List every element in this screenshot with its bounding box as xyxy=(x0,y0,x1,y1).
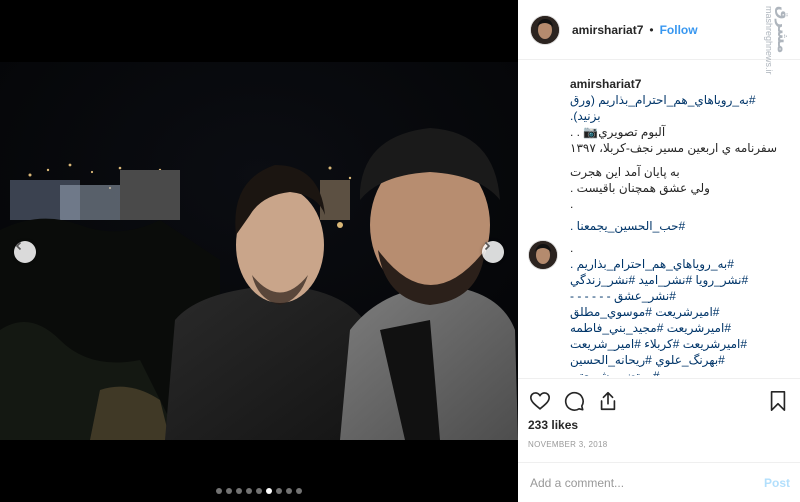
share-icon xyxy=(600,391,616,410)
caption-line[interactable]: #به_روياهاي_هم_احترام_بذاريم (ورق بزنيد)… xyxy=(570,92,786,124)
profile-photo xyxy=(529,241,557,269)
header-username[interactable]: amirshariat7 xyxy=(572,23,643,37)
post-header: amirshariat7 • Follow مشرق mashreghnews.… xyxy=(518,0,800,75)
carousel-dot[interactable] xyxy=(286,488,292,494)
caption-line: . xyxy=(570,197,574,211)
comment-hashtag[interactable]: #نشر_رويا #نشر_اميد #نشر_زندگي xyxy=(570,272,786,288)
follow-button[interactable]: Follow xyxy=(660,23,698,37)
carousel-next-button[interactable] xyxy=(482,241,504,263)
caption-line: آلبوم تصويري📷 . . xyxy=(570,125,666,139)
post-details-panel: amirshariat7 • Follow مشرق mashreghnews.… xyxy=(518,0,800,502)
comments-list: amirshariat7 #به_روياهاي_هم_احترام_بذاري… xyxy=(518,76,800,376)
avatar[interactable] xyxy=(528,240,558,270)
header-separator: • xyxy=(649,22,654,37)
caption-hashtag[interactable]: #حب_الحسين_يجمعنا . xyxy=(570,218,786,234)
comment-hashtag[interactable]: #اميرشريعت #كربلاء #امير_شريعت xyxy=(570,336,786,352)
watermark-text: mashreghnews.ir xyxy=(764,6,774,75)
post-date[interactable]: NOVEMBER 3, 2018 xyxy=(528,440,608,449)
post-photo[interactable] xyxy=(0,0,518,502)
share-button[interactable] xyxy=(596,389,620,413)
caption-line: به پايان آمد اين هجرت xyxy=(570,165,680,179)
comment-hashtag[interactable]: #اميرشريعت #موسوي_مطلق xyxy=(570,304,786,320)
caption-line: ولي عشق همچنان باقيست . xyxy=(570,181,710,195)
comment-hashtag[interactable]: #نشر_عشق - - - - - - xyxy=(570,288,786,304)
comment-hashtag[interactable]: #اميرشريعت #مجيد_بني_فاطمه xyxy=(570,320,786,336)
watermark-logo: مشرق xyxy=(774,6,792,54)
chevron-right-icon xyxy=(484,241,491,251)
selfie-image xyxy=(0,62,518,502)
add-comment-bar: Post xyxy=(518,462,800,502)
comment-hashtag[interactable]: #مرتضي_شريعتي xyxy=(570,368,786,376)
avatar[interactable] xyxy=(530,14,560,45)
comment-hashtag[interactable]: #بهرنگ_علوي #ريحانه_الحسين xyxy=(570,352,786,368)
heart-icon xyxy=(530,391,550,410)
carousel-dot[interactable] xyxy=(296,488,302,494)
carousel-dot[interactable] xyxy=(276,488,282,494)
comment-input[interactable] xyxy=(528,474,764,491)
save-button[interactable] xyxy=(766,389,790,413)
comment-button[interactable] xyxy=(562,389,586,413)
carousel-dot[interactable] xyxy=(246,488,252,494)
carousel-dot[interactable] xyxy=(256,488,262,494)
chevron-left-icon xyxy=(15,241,22,251)
post-actions xyxy=(518,378,800,422)
caption: amirshariat7 #به_روياهاي_هم_احترام_بذاري… xyxy=(518,76,800,234)
bookmark-icon xyxy=(770,390,786,411)
carousel-prev-button[interactable] xyxy=(14,241,36,263)
carousel-dot[interactable] xyxy=(216,488,222,494)
caption-line: سفرنامه ي اربعين مسير نجف-كربلا، ۱۳۹۷ xyxy=(570,141,778,155)
comment-hashtag[interactable]: #به_روياهاي_هم_احترام_بذاريم . xyxy=(570,256,786,272)
carousel-indicator xyxy=(0,488,518,494)
carousel-dot[interactable] xyxy=(226,488,232,494)
comment: . #به_روياهاي_هم_احترام_بذاريم . #نشر_رو… xyxy=(518,240,800,376)
like-count[interactable]: 233 likes xyxy=(528,418,578,432)
carousel-dot[interactable] xyxy=(236,488,242,494)
profile-photo xyxy=(531,15,559,44)
like-button[interactable] xyxy=(528,389,552,413)
post-comment-button[interactable]: Post xyxy=(764,476,790,490)
carousel-dot[interactable] xyxy=(266,488,272,494)
caption-username[interactable]: amirshariat7 xyxy=(570,76,786,92)
comment-icon xyxy=(564,391,584,411)
comment-line: . xyxy=(570,241,574,255)
